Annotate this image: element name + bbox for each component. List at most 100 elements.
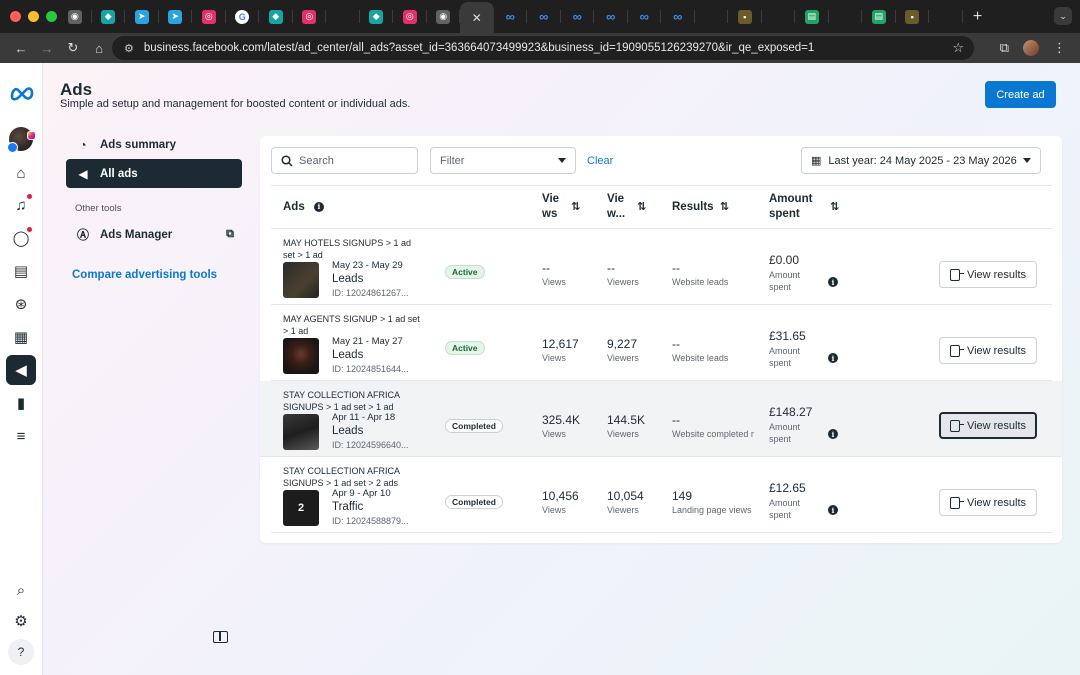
browser-tab[interactable]: ∞ <box>561 0 595 33</box>
bookmark-star-icon[interactable]: ☆ <box>952 40 964 56</box>
minimize-window-button[interactable] <box>28 11 39 22</box>
sort-results-icon[interactable]: ⇅ <box>720 201 729 213</box>
table-row: STAY COLLECTION AFRICA SIGNUPS > 1 ad se… <box>260 381 1062 457</box>
close-window-button[interactable] <box>10 11 21 22</box>
site-info-icon[interactable]: ⚙ <box>124 42 134 55</box>
browser-tab[interactable]: ▪ <box>896 0 930 33</box>
browser-tab[interactable]: ➤ <box>159 0 193 33</box>
browser-tab[interactable]: ∞ <box>594 0 628 33</box>
browser-tab[interactable]: ∞ <box>628 0 662 33</box>
ad-thumbnail[interactable] <box>283 338 319 374</box>
account-avatar[interactable] <box>7 127 36 153</box>
browser-tab[interactable]: ∞ <box>494 0 528 33</box>
create-ad-button[interactable]: Create ad <box>985 81 1056 108</box>
ad-title[interactable]: MAY HOTELS SIGNUPS > 1 ad set > 1 ad <box>283 237 423 261</box>
info-icon[interactable]: i <box>828 277 838 287</box>
view-results-button[interactable]: View results <box>939 412 1037 439</box>
browser-tab[interactable]: ▤ <box>862 0 896 33</box>
browser-tab[interactable]: ∞ <box>661 0 695 33</box>
sort-views-icon[interactable]: ⇅ <box>571 200 580 213</box>
ad-title[interactable]: STAY COLLECTION AFRICA SIGNUPS > 1 ad se… <box>283 389 423 413</box>
messages-icon[interactable]: ◯ <box>6 223 36 253</box>
browser-tab[interactable]: ◆ <box>92 0 126 33</box>
planner-icon[interactable]: ▦ <box>6 322 36 352</box>
info-icon[interactable]: i <box>828 429 838 439</box>
ad-title[interactable]: STAY COLLECTION AFRICA SIGNUPS > 1 ad se… <box>283 465 423 489</box>
views-value: -- <box>542 261 550 275</box>
search-box[interactable] <box>271 147 418 174</box>
sort-viewers-icon[interactable]: ⇅ <box>637 200 646 213</box>
browser-tab[interactable]: ▤ <box>795 0 829 33</box>
col-viewers[interactable]: Vie w... <box>607 192 625 222</box>
browser-tab[interactable] <box>326 0 360 33</box>
col-amount-spent[interactable]: Amount spent <box>769 192 812 222</box>
ad-thumbnail[interactable]: 2 <box>283 490 319 526</box>
browser-tab[interactable]: ◎ <box>293 0 327 33</box>
browser-menu-icon[interactable]: ⋮ <box>1053 40 1066 56</box>
search-icon[interactable]: ⌕ <box>6 575 36 605</box>
filter-input[interactable] <box>440 154 540 167</box>
ad-title[interactable]: MAY AGENTS SIGNUP > 1 ad set > 1 ad <box>283 313 423 337</box>
new-tab-button[interactable]: + <box>963 8 993 26</box>
browser-tab[interactable]: ◉ <box>427 0 461 33</box>
browser-tab[interactable] <box>929 0 963 33</box>
all-tools-icon[interactable]: ≡ <box>6 421 36 451</box>
col-views[interactable]: Vie ws <box>542 192 559 222</box>
view-results-button[interactable]: View results <box>939 337 1037 364</box>
ads-icon[interactable]: ◀ <box>6 355 36 385</box>
ad-thumbnail[interactable] <box>283 262 319 298</box>
browser-tab[interactable]: ∞ <box>527 0 561 33</box>
app-icon: ◆ <box>101 9 116 24</box>
tab-search-button[interactable]: ⌄ <box>1054 7 1072 25</box>
sort-amount-icon[interactable]: ⇅ <box>830 200 839 213</box>
views-label: Views <box>542 353 566 363</box>
browser-tab[interactable] <box>829 0 863 33</box>
help-icon[interactable]: ? <box>8 639 34 665</box>
notifications-icon[interactable]: ♫ <box>6 190 36 220</box>
info-icon[interactable]: i <box>828 353 838 363</box>
clear-filters-link[interactable]: Clear <box>587 155 613 167</box>
browser-tab[interactable]: ▪ <box>728 0 762 33</box>
insights-icon[interactable]: ▮ <box>6 388 36 418</box>
browser-tab[interactable]: ✕ <box>460 2 494 33</box>
home-icon[interactable]: ⌂ <box>6 158 36 188</box>
calendar-icon: ▦ <box>811 155 822 167</box>
browser-tab[interactable]: ◎ <box>192 0 226 33</box>
maximize-window-button[interactable] <box>46 11 57 22</box>
address-bar[interactable]: ⚙ business.facebook.com/latest/ad_center… <box>112 36 974 60</box>
info-icon[interactable]: i <box>828 505 838 515</box>
filter-dropdown[interactable] <box>430 147 576 174</box>
browser-tab[interactable]: ➤ <box>125 0 159 33</box>
content-icon[interactable]: ▤ <box>6 256 36 286</box>
date-range-button[interactable]: ▦ Last year: 24 May 2025 - 23 May 2026 <box>801 147 1041 174</box>
back-button[interactable]: ← <box>8 41 34 56</box>
meta-logo-icon[interactable] <box>9 85 35 101</box>
browser-tab[interactable] <box>762 0 796 33</box>
extensions-icon[interactable]: ⧉ <box>1000 40 1009 56</box>
search-input[interactable] <box>299 154 399 167</box>
browser-tab[interactable]: G <box>226 0 260 33</box>
col-results[interactable]: Results ⇅ <box>672 200 729 215</box>
sidebar-collapse-icon[interactable] <box>213 631 228 643</box>
compare-tools-link[interactable]: Compare advertising tools <box>72 269 217 281</box>
reload-button[interactable]: ↻ <box>60 40 86 56</box>
browser-tab[interactable]: ◆ <box>360 0 394 33</box>
view-results-button[interactable]: View results <box>939 261 1037 288</box>
nav-ads-summary[interactable]: ◔ Ads summary <box>66 130 242 159</box>
settings-icon[interactable]: ⚙ <box>6 606 36 636</box>
view-results-button[interactable]: View results <box>939 489 1037 516</box>
stack-icon[interactable]: ⊛ <box>6 289 36 319</box>
browser-tab[interactable]: ◆ <box>259 0 293 33</box>
info-icon[interactable]: i <box>313 201 324 212</box>
home-button[interactable]: ⌂ <box>86 41 112 56</box>
forward-button[interactable]: → <box>34 41 60 56</box>
ad-thumbnail[interactable] <box>283 414 319 450</box>
nav-all-ads[interactable]: ◀ All ads <box>66 159 242 188</box>
browser-tab[interactable] <box>695 0 729 33</box>
thumbnail-count: 2 <box>297 502 305 514</box>
profile-avatar[interactable] <box>1023 40 1039 56</box>
ad-objective: Leads <box>332 349 364 361</box>
nav-ads-manager[interactable]: Ⓐ Ads Manager ⧉ <box>66 220 242 249</box>
browser-tab[interactable]: ◉ <box>58 0 92 33</box>
browser-tab[interactable]: ◎ <box>393 0 427 33</box>
